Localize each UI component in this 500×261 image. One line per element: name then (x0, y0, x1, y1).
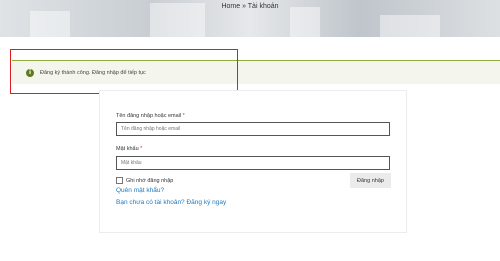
register-link[interactable]: Bạn chưa có tài khoản? Đăng ký ngay (116, 199, 226, 206)
remember-checkbox[interactable] (116, 177, 123, 184)
login-form: Tên đăng nhập hoặc email * Mật khẩu * Gh… (99, 90, 407, 233)
username-label: Tên đăng nhập hoặc email * (116, 113, 185, 119)
banner-background (380, 15, 440, 37)
password-label-text: Mật khẩu (116, 146, 139, 152)
password-label: Mật khẩu * (116, 146, 142, 152)
password-input[interactable] (116, 156, 390, 170)
banner-background (290, 7, 320, 37)
annotation-highlight-box (10, 49, 238, 94)
login-button[interactable]: Đăng nhập (350, 173, 391, 188)
username-input[interactable] (116, 122, 390, 136)
header-banner: Home » Tài khoản (0, 0, 500, 37)
forgot-password-link[interactable]: Quên mật khẩu? (116, 187, 164, 194)
required-marker: * (140, 146, 143, 152)
username-label-text: Tên đăng nhập hoặc email (116, 113, 182, 119)
required-marker: * (182, 113, 185, 119)
banner-background (30, 11, 70, 37)
remember-me[interactable]: Ghi nhớ đăng nhập (116, 177, 173, 184)
breadcrumb: Home » Tài khoản (221, 3, 279, 10)
remember-label: Ghi nhớ đăng nhập (126, 177, 174, 184)
